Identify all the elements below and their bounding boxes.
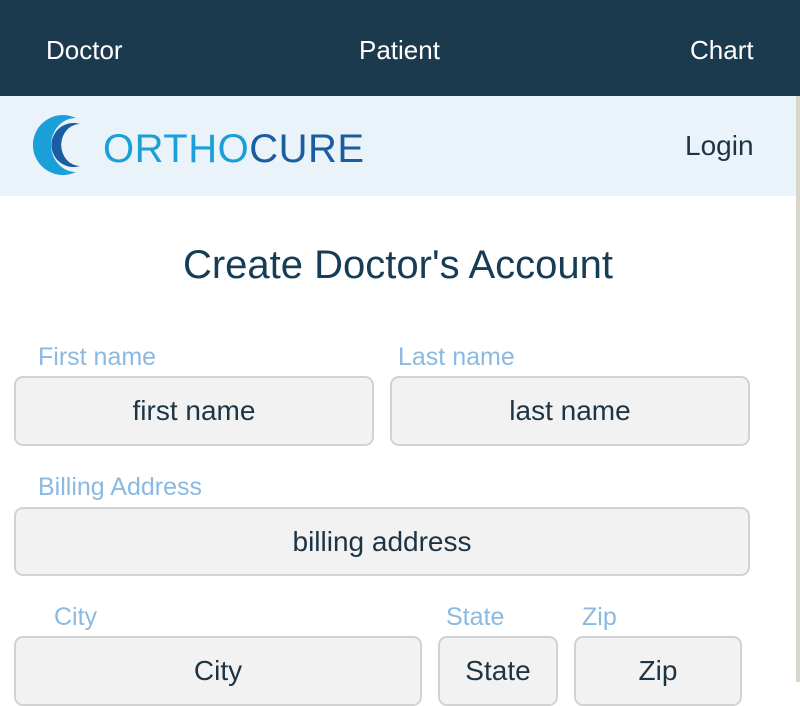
state-label: State [446, 603, 505, 631]
nav-doctor[interactable]: Doctor [46, 33, 123, 67]
billing-address-label: Billing Address [38, 473, 202, 501]
first-name-input[interactable] [14, 376, 374, 446]
zip-label: Zip [582, 603, 617, 631]
logo-text-cure: CURE [249, 127, 365, 171]
logo-wordmark: ORTHOCURE [103, 126, 365, 172]
zip-input[interactable] [574, 636, 742, 706]
city-label: City [54, 603, 98, 631]
nav-patient[interactable]: Patient [359, 33, 440, 67]
city-input[interactable] [14, 636, 422, 706]
crescent-logo-icon [32, 115, 80, 175]
state-input[interactable] [438, 636, 558, 706]
nav-chart[interactable]: Chart [690, 33, 754, 67]
first-name-label: First name [38, 343, 157, 371]
login-link[interactable]: Login [685, 128, 754, 164]
page-title: Create Doctor's Account [182, 243, 614, 287]
page-edge [796, 96, 800, 682]
billing-address-input[interactable] [14, 507, 750, 576]
last-name-label: Last name [398, 343, 515, 371]
logo-text-ortho: ORTHO [103, 127, 250, 171]
last-name-input[interactable] [390, 376, 750, 446]
top-nav: Doctor Patient Chart [0, 0, 800, 96]
